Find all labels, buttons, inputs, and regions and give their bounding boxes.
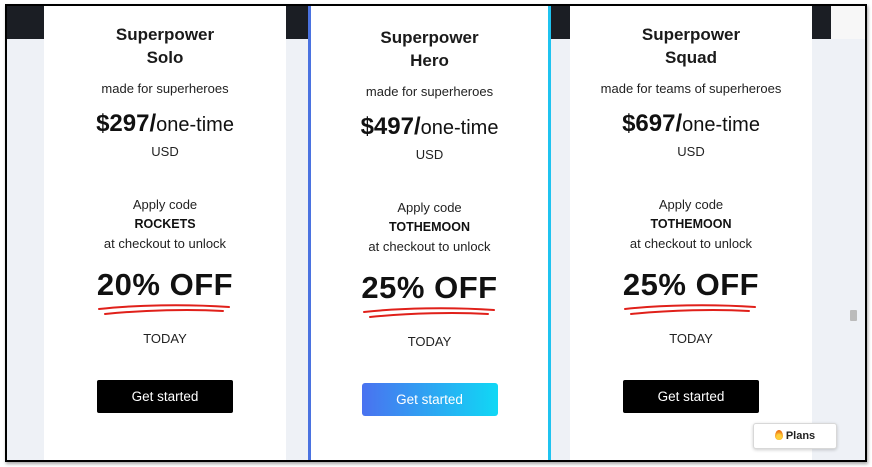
- apply-code-label: Apply code: [397, 200, 462, 215]
- plan-name-line1: Superpower: [641, 25, 741, 44]
- scrollbar-thumb[interactable]: [850, 310, 857, 321]
- top-bar-edge: [831, 6, 865, 39]
- plan-tagline: made for teams of superheroes: [600, 81, 782, 96]
- plan-name-line2: Solo: [146, 48, 184, 67]
- unlock-label: at checkout to unlock: [368, 239, 491, 254]
- today-label: TODAY: [407, 334, 452, 349]
- discount-text: 25% OFF: [361, 270, 498, 305]
- apply-code-label: Apply code: [658, 197, 724, 212]
- plan-price-row: $297/one-time: [44, 110, 286, 138]
- plan-card-squad: Superpower Squad made for teams of super…: [570, 6, 812, 460]
- plan-name-line1: Superpower: [115, 25, 215, 44]
- plan-price-suffix: one-time: [420, 117, 499, 139]
- plan-name: Superpower Hero: [311, 26, 548, 72]
- plans-button[interactable]: Plans: [753, 423, 837, 449]
- plan-price-row: $697/one-time: [570, 110, 812, 138]
- red-underline-scribble: [362, 307, 495, 318]
- plan-tagline: made for superheroes: [101, 81, 229, 96]
- plan-card-solo: Superpower Solo made for superheroes $29…: [44, 6, 286, 460]
- plan-name-line2: Hero: [410, 51, 449, 70]
- plan-price-suffix: one-time: [682, 114, 760, 136]
- flame-icon: [774, 430, 783, 440]
- plan-tagline: made for superheroes: [365, 84, 494, 99]
- plan-price: $297/: [96, 110, 157, 137]
- plans-button-label: Plans: [785, 430, 816, 442]
- get-started-button[interactable]: Get started: [97, 380, 233, 413]
- today-label: TODAY: [669, 331, 713, 346]
- red-underline-scribble: [624, 304, 756, 315]
- plan-price: $497/: [360, 113, 421, 140]
- plan-currency: USD: [677, 144, 705, 159]
- plan-card-hero: Superpower Hero made for superheroes $49…: [308, 6, 551, 460]
- red-underline-scribble: [98, 304, 230, 315]
- promo-code: ROCKETS: [134, 217, 196, 231]
- get-started-button[interactable]: Get started: [361, 383, 498, 416]
- plan-name: Superpower Solo: [44, 23, 286, 69]
- discount-text: 20% OFF: [96, 267, 234, 302]
- apply-code-label: Apply code: [132, 197, 198, 212]
- today-label: TODAY: [143, 331, 187, 346]
- plan-price-suffix: one-time: [156, 114, 234, 136]
- plan-currency: USD: [151, 144, 179, 159]
- unlock-label: at checkout to unlock: [103, 236, 227, 251]
- discount-text: 25% OFF: [622, 267, 760, 302]
- plan-name: Superpower Squad: [570, 23, 812, 69]
- plan-currency: USD: [415, 147, 444, 162]
- plan-price: $697/: [622, 110, 683, 137]
- promo-code: TOTHEMOON: [388, 220, 471, 234]
- unlock-label: at checkout to unlock: [629, 236, 753, 251]
- plan-price-row: $497/one-time: [311, 113, 548, 141]
- plan-name-line2: Squad: [665, 48, 717, 67]
- promo-code: TOTHEMOON: [650, 217, 732, 231]
- get-started-button[interactable]: Get started: [623, 380, 759, 413]
- plan-name-line1: Superpower: [380, 28, 479, 47]
- pricing-page: Superpower Solo made for superheroes $29…: [5, 4, 867, 462]
